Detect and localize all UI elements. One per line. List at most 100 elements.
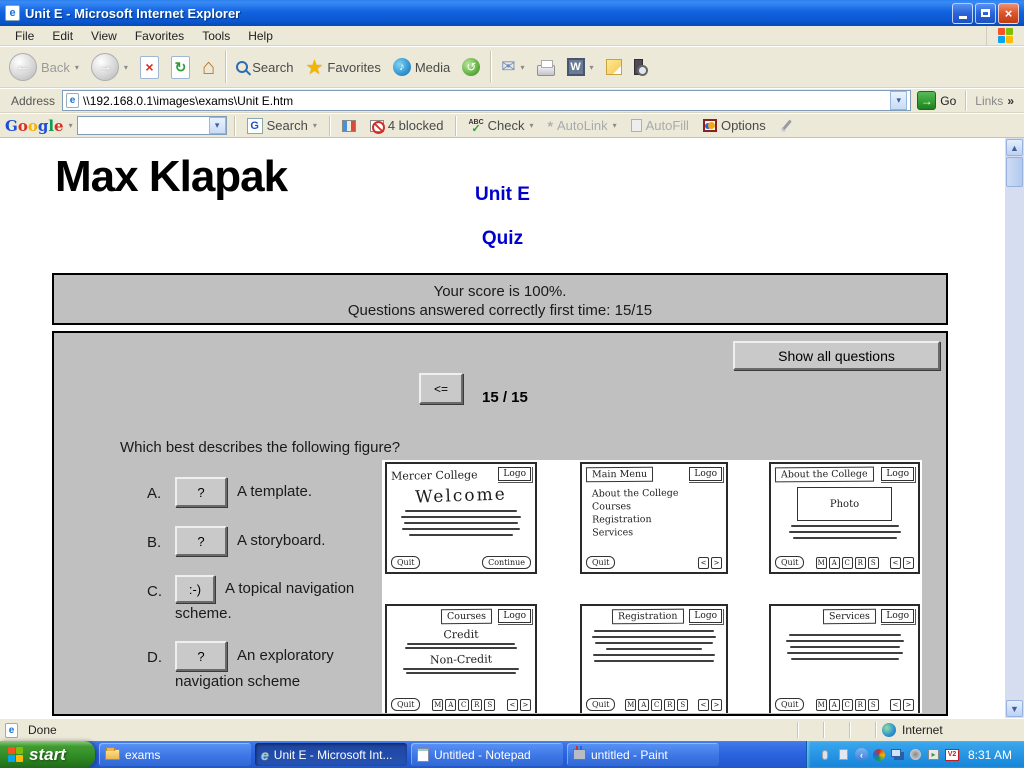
- address-input[interactable]: e \\192.168.0.1\images\exams\Unit E.htm …: [62, 90, 911, 111]
- answer-button-c[interactable]: :-): [175, 575, 215, 603]
- logo-placeholder: Logo: [689, 467, 722, 481]
- scroll-down-button[interactable]: ▼: [1006, 700, 1023, 717]
- taskbar-item-paint[interactable]: untitled - Paint: [567, 743, 719, 766]
- back-button[interactable]: ← Back ▾: [4, 51, 84, 83]
- menu-tools[interactable]: Tools: [193, 27, 239, 45]
- menu-file[interactable]: File: [6, 27, 43, 45]
- google-logo[interactable]: Google: [5, 117, 64, 135]
- taskbar-item-ie[interactable]: e Unit E - Microsoft Int...: [255, 743, 407, 766]
- edit-with-word-button[interactable]: W ▾: [562, 56, 599, 78]
- score-line1: Your score is 100%.: [54, 282, 946, 301]
- forward-arrow-sketch: >: [711, 699, 722, 711]
- popup-blocked-icon: [370, 120, 384, 132]
- toolbar-separator: [490, 51, 491, 83]
- google-search-dropdown-icon[interactable]: ▾: [209, 117, 226, 134]
- close-button[interactable]: ×: [998, 3, 1019, 24]
- restore-button[interactable]: [975, 3, 996, 24]
- highlighter-button[interactable]: [775, 117, 798, 134]
- option-row-d: D. ?An exploratory navigation scheme: [147, 641, 357, 692]
- mail-dropdown-icon[interactable]: ▾: [521, 63, 525, 72]
- quit-button-sketch: Quit: [586, 698, 615, 711]
- panel-title: Mercer College: [391, 466, 478, 483]
- option-text: A storyboard.: [237, 532, 325, 549]
- toolbar-separator: [225, 51, 226, 83]
- volume-icon[interactable]: [909, 748, 922, 761]
- status-text: Done: [28, 723, 57, 737]
- back-arrow-sketch: <: [507, 699, 518, 711]
- spellcheck-dropdown-icon[interactable]: ▾: [530, 121, 534, 130]
- storyboard-panel-welcome: Mercer College Logo Welcome Quit Continu…: [385, 462, 537, 574]
- google-search-input[interactable]: ▾: [77, 116, 227, 135]
- logo-placeholder: Logo: [881, 467, 914, 481]
- vertical-scrollbar[interactable]: ▲ ▼: [1005, 138, 1024, 718]
- edit-dropdown-icon[interactable]: ▾: [590, 63, 594, 72]
- autofill-icon: [631, 119, 642, 132]
- answer-button-b[interactable]: ?: [175, 526, 227, 556]
- favorites-button[interactable]: ★ Favorites: [300, 53, 385, 82]
- taskbar-item-exams[interactable]: exams: [99, 743, 251, 766]
- google-logo-dropdown-icon[interactable]: ▾: [69, 121, 73, 130]
- previous-question-button[interactable]: <=: [419, 373, 463, 404]
- search-button[interactable]: Search: [231, 58, 298, 77]
- google-search-button-dropdown-icon[interactable]: ▾: [313, 121, 317, 130]
- menu-list-item: About the College: [592, 486, 722, 500]
- home-button[interactable]: ⌂: [197, 55, 220, 79]
- history-button[interactable]: ↺: [457, 56, 485, 78]
- scrollbar-thumb[interactable]: [1006, 157, 1023, 187]
- microphone-icon[interactable]: [819, 748, 832, 761]
- menu-favorites[interactable]: Favorites: [126, 27, 193, 45]
- nav-key-sketch: R: [664, 699, 675, 711]
- java-icon[interactable]: [873, 748, 886, 761]
- chevron-icon: »: [1007, 94, 1014, 108]
- links-button[interactable]: Links »: [969, 94, 1020, 108]
- show-all-questions-button[interactable]: Show all questions: [733, 341, 940, 370]
- option-letter: B.: [147, 526, 175, 551]
- spellcheck-button[interactable]: ABC✓ Check ▾: [463, 116, 538, 135]
- mail-button[interactable]: ✉ ▾: [496, 55, 529, 79]
- network-icon[interactable]: [891, 748, 904, 761]
- forward-dropdown-icon[interactable]: ▾: [124, 63, 128, 72]
- language-bar-icon[interactable]: [837, 748, 850, 761]
- scroll-up-button[interactable]: ▲: [1006, 139, 1023, 156]
- minimize-button[interactable]: [952, 3, 973, 24]
- forward-icon: →: [91, 53, 119, 81]
- taskbar-item-notepad[interactable]: Untitled - Notepad: [411, 743, 563, 766]
- collapse-tray-button[interactable]: ‹: [855, 748, 868, 761]
- word-icon: W: [567, 58, 585, 76]
- logo-placeholder: Logo: [881, 609, 914, 623]
- nav-key-sketch: M: [816, 557, 827, 569]
- toolbar-separator: [455, 116, 456, 136]
- start-button[interactable]: start: [0, 741, 95, 768]
- print-button[interactable]: [532, 57, 560, 78]
- pagerank-button[interactable]: [337, 118, 361, 134]
- popup-blocker-button[interactable]: 4 blocked: [365, 116, 449, 135]
- minimize-icon: [959, 16, 967, 19]
- media-player-icon[interactable]: ▸: [927, 748, 940, 761]
- options-button[interactable]: Options: [698, 116, 771, 135]
- panel-heading: Welcome: [391, 484, 532, 509]
- menu-edit[interactable]: Edit: [43, 27, 82, 45]
- menu-view[interactable]: View: [82, 27, 126, 45]
- notes-button[interactable]: [601, 57, 627, 77]
- autolink-dropdown-icon[interactable]: ▾: [613, 121, 617, 130]
- forward-button[interactable]: → ▾: [86, 51, 133, 83]
- google-search-button[interactable]: G Search ▾: [242, 116, 322, 136]
- menu-help[interactable]: Help: [239, 27, 282, 45]
- toolbar-separator: [234, 116, 235, 136]
- answer-button-a[interactable]: ?: [175, 477, 227, 507]
- research-button[interactable]: [629, 57, 648, 77]
- media-button[interactable]: ♪ Media: [388, 56, 455, 78]
- autofill-button[interactable]: AutoFill: [626, 116, 694, 135]
- back-dropdown-icon[interactable]: ▾: [75, 63, 79, 72]
- nav-key-sketch: M: [816, 699, 827, 711]
- refresh-button[interactable]: ↻: [166, 54, 195, 81]
- go-button[interactable]: → Go: [911, 91, 962, 110]
- stop-button[interactable]: ×: [135, 54, 164, 81]
- viavoice-icon[interactable]: V2: [945, 749, 959, 761]
- answer-button-d[interactable]: ?: [175, 641, 227, 671]
- autolink-button[interactable]: * AutoLink ▾: [543, 116, 622, 136]
- notepad-icon: [417, 748, 429, 762]
- storyboard-panel-services: Services Logo Quit M A C R S: [769, 604, 920, 713]
- panel-title: Main Menu: [586, 467, 653, 483]
- address-dropdown-icon[interactable]: ▾: [890, 91, 907, 110]
